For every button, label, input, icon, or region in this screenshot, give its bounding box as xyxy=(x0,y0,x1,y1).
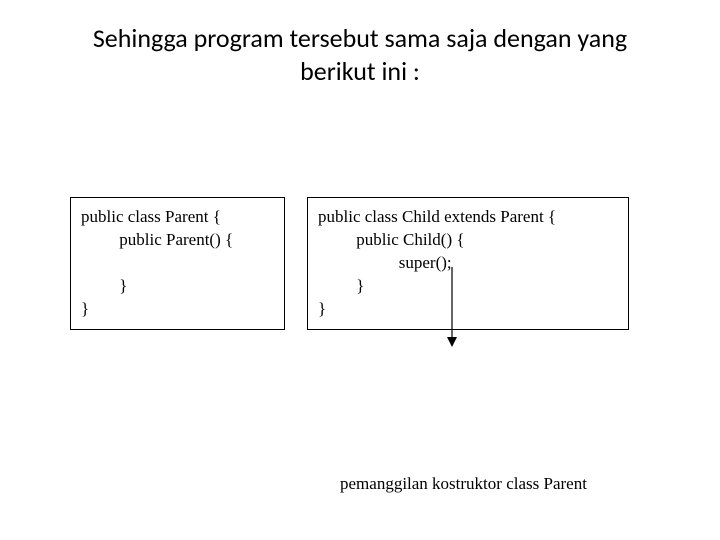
code-box-row: public class Parent { public Parent() { … xyxy=(70,197,650,330)
child-code-box: public class Child extends Parent { publ… xyxy=(307,197,629,330)
parent-code-box: public class Parent { public Parent() { … xyxy=(70,197,285,330)
content-area: public class Parent { public Parent() { … xyxy=(0,197,720,330)
caption-text: pemanggilan kostruktor class Parent xyxy=(340,474,587,494)
slide-title: Sehingga program tersebut sama saja deng… xyxy=(60,22,660,87)
slide-title-area: Sehingga program tersebut sama saja deng… xyxy=(0,0,720,87)
